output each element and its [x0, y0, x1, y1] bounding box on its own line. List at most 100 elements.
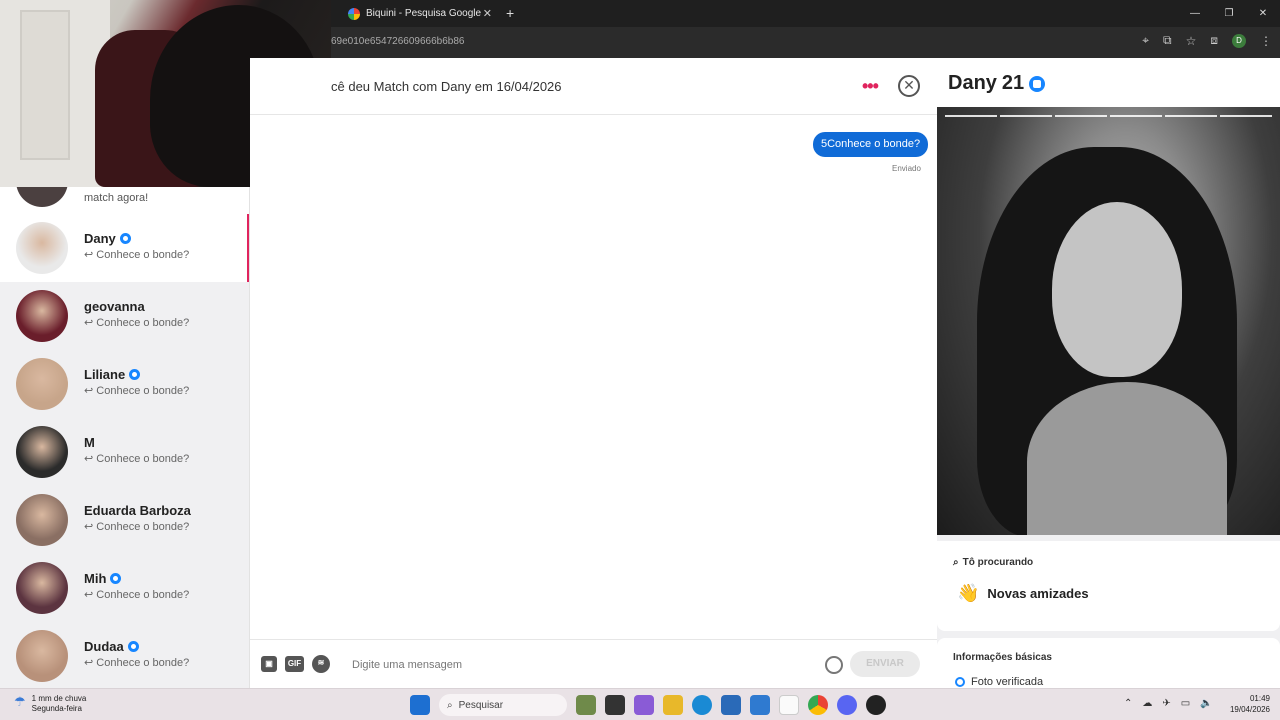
copilot-icon[interactable] [634, 695, 654, 715]
list-item-name-row: geovanna [84, 299, 145, 314]
avatar [16, 187, 68, 207]
list-item-message: ↩ Conhece o bonde? [84, 249, 190, 261]
display-icon[interactable]: ▭ [1181, 698, 1190, 709]
more-options-button[interactable]: ••• [862, 76, 879, 97]
network-icon[interactable]: ☁ [1142, 698, 1152, 709]
looking-for-value: Novas amizades [987, 586, 1089, 601]
profile-panel: Dany 21 ⌕ Tô procurando 👋 Novas amizades… [937, 58, 1280, 688]
list-item[interactable]: Eduarda Barboza ↩ Conhece o bonde? [0, 486, 249, 554]
chrome-icon[interactable] [808, 695, 828, 715]
minimize-button[interactable]: — [1178, 0, 1212, 27]
star-icon[interactable]: ☆ [1186, 34, 1197, 48]
verified-ring-icon [955, 677, 965, 687]
verified-photo-icon [1029, 75, 1046, 92]
chevron-up-icon[interactable]: ⌃ [1124, 698, 1132, 709]
list-item[interactable]: M ↩ Conhece o bonde? [0, 418, 249, 486]
file-icon[interactable] [779, 695, 799, 715]
profile-name: Dany [948, 72, 997, 94]
verified-text: Foto verificada [971, 676, 1044, 688]
search-label: Pesquisar [458, 699, 504, 711]
weather-line1: 1 mm de chuva [31, 694, 87, 703]
profile-photo[interactable] [937, 107, 1280, 535]
chat-panel: cê deu Match com Dany em 16/04/2026 ••• … [250, 58, 937, 688]
extensions-icon[interactable]: ⧈ [1210, 33, 1218, 48]
profile-age: 21 [1001, 72, 1025, 94]
url-field[interactable]: 69e010e654726609666b6b86 [331, 36, 464, 47]
tab-title: Biquini - Pesquisa Google [366, 8, 482, 19]
gif-button[interactable]: GIF [285, 656, 304, 672]
looking-for-value-row: 👋 Novas amizades [957, 583, 1089, 604]
list-item-name: geovanna [84, 299, 145, 314]
looking-for-label-row: ⌕ Tô procurando [953, 557, 1033, 568]
list-item[interactable]: Dany ↩ Conhece o bonde? [0, 214, 249, 282]
list-item[interactable]: geovanna ↩ Conhece o bonde? [0, 282, 249, 350]
address-bar-icons: ⌖ ⧉ ☆ ⧈ D ⋮ [1142, 33, 1272, 48]
avatar [16, 358, 68, 410]
folder-icon[interactable] [663, 695, 683, 715]
verified-icon [127, 641, 139, 652]
message-bubble: 5Conhece o bonde? [813, 132, 929, 157]
profile-avatar[interactable]: D [1232, 33, 1246, 48]
maximize-button[interactable]: ❐ [1212, 0, 1246, 27]
system-tray: ⌃ ☁ ✈ ▭ 🔈 [1124, 698, 1213, 709]
discord-icon[interactable] [837, 695, 857, 715]
location-icon[interactable]: ⌖ [1142, 33, 1149, 48]
close-chat-button[interactable]: ✕ [898, 75, 920, 97]
list-item-message: ↩ Conhece o bonde? [84, 589, 190, 601]
list-item-name: Mih [84, 571, 107, 586]
start-icon[interactable] [410, 695, 430, 715]
avatar [16, 426, 68, 478]
edge-icon[interactable] [692, 695, 712, 715]
list-item-name-row: Liliane [84, 367, 141, 382]
google-icon [348, 7, 360, 20]
weather-line2: Segunda-feira [31, 704, 82, 713]
list-item[interactable]: Liliane ↩ Conhece o bonde? [0, 350, 249, 418]
verified-icon [110, 573, 122, 584]
list-item[interactable]: Mih ↩ Conhece o bonde? [0, 554, 249, 622]
terminal-icon[interactable] [605, 695, 625, 715]
profile-name-row: Dany 21 [948, 72, 1046, 95]
close-window-button[interactable]: ✕ [1246, 0, 1280, 27]
looking-for-card: ⌕ Tô procurando 👋 Novas amizades [937, 541, 1280, 631]
looking-for-label: Tô procurando [962, 557, 1034, 568]
browser-tab[interactable]: Biquini - Pesquisa Google ✕ [340, 0, 498, 27]
language-icon[interactable]: ✈ [1162, 698, 1170, 709]
list-item-name: M [84, 435, 95, 450]
outlook-icon[interactable] [750, 695, 770, 715]
new-tab-button[interactable]: + [506, 5, 514, 21]
contact-card-icon[interactable]: ▣ [261, 656, 277, 672]
taskbar-clock[interactable]: 01:49 19/04/2026 [1222, 693, 1270, 715]
message-input[interactable]: Digite uma mensagem [352, 659, 462, 671]
app-icon[interactable] [866, 695, 886, 715]
install-icon[interactable]: ⧉ [1163, 33, 1172, 48]
menu-icon[interactable]: ⋮ [1260, 34, 1272, 48]
verified-row: Foto verificada [955, 676, 1043, 688]
emoji-icon[interactable] [825, 656, 843, 674]
list-item[interactable]: match agora! [0, 187, 249, 214]
chat-title: cê deu Match com Dany em 16/04/2026 [331, 79, 562, 94]
close-tab-icon[interactable]: ✕ [483, 7, 492, 20]
verified-icon [129, 369, 141, 380]
photo-body [1027, 382, 1227, 535]
widget-icon[interactable] [576, 695, 596, 715]
clock-time: 01:49 [1249, 694, 1270, 703]
list-item-name: Eduarda Barboza [84, 503, 191, 518]
list-item-message: ↩ Conhece o bonde? [84, 521, 190, 533]
volume-icon[interactable]: 🔈 [1200, 698, 1212, 709]
list-item-name: Liliane [84, 367, 126, 382]
list-item[interactable]: Dudaa ↩ Conhece o bonde? [0, 622, 249, 688]
rain-icon: ☂ [14, 694, 26, 709]
list-item-name: Dudaa [84, 639, 124, 654]
avatar [16, 630, 68, 682]
weather-widget[interactable]: ☂ 1 mm de chuva Segunda-feira [14, 694, 86, 714]
store-icon[interactable] [721, 695, 741, 715]
basic-info-label: Informações básicas [953, 652, 1052, 663]
basic-info-card: Informações básicas Foto verificada [937, 638, 1280, 688]
list-item-message: ↩ Conhece o bonde? [84, 657, 190, 669]
avatar [16, 222, 68, 274]
send-button[interactable]: ENVIAR [850, 651, 920, 677]
spotify-icon[interactable]: ≋ [312, 655, 330, 673]
search-icon: ⌕ [447, 699, 453, 711]
profile-header: Dany 21 [937, 58, 1280, 107]
taskbar-search[interactable]: ⌕ Pesquisar [439, 694, 567, 716]
